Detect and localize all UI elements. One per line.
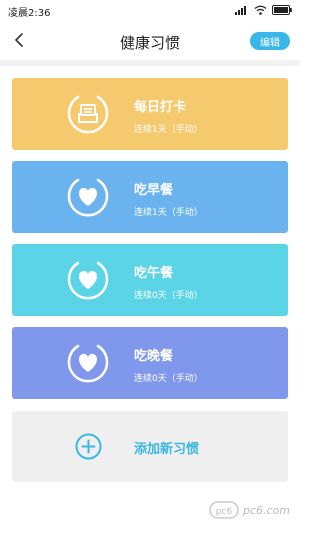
edit-button[interactable]: 编辑 [250, 32, 290, 50]
calendar-check-icon [67, 95, 109, 134]
heart-ring-icon [67, 178, 109, 217]
habit-card-dinner[interactable]: 吃晚餐 连续0天（手动） [12, 327, 288, 399]
section-divider [0, 60, 300, 66]
nav-bar: 健康习惯 编辑 [0, 22, 300, 60]
status-bar: 凌晨2:36 [0, 0, 300, 20]
wifi-icon [254, 5, 267, 15]
pc6-logo: pc6 [209, 501, 239, 519]
svg-text:pc6: pc6 [216, 507, 233, 517]
habit-title: 吃早餐 [134, 183, 174, 198]
status-time: 凌晨2:36 [8, 8, 51, 19]
status-icons [235, 4, 292, 16]
habit-title: 吃午餐 [134, 266, 174, 281]
habit-card-breakfast[interactable]: 吃早餐 连续1天（手动） [12, 161, 288, 233]
watermark: pc6 pc6.com [209, 499, 290, 521]
signal-icon [235, 6, 246, 15]
watermark-text: pc6.com [242, 503, 290, 517]
habit-streak: 连续1天（手动） [134, 125, 203, 135]
heart-ring-icon [67, 261, 109, 300]
habit-card-lunch[interactable]: 吃午餐 连续0天（手动） [12, 244, 288, 316]
battery-icon [272, 5, 292, 15]
habit-title: 每日打卡 [134, 100, 187, 115]
plus-circle-icon [75, 433, 102, 460]
habit-title: 吃晚餐 [134, 349, 174, 364]
habit-streak: 连续0天（手动） [134, 374, 203, 384]
add-habit-button[interactable]: 添加新习惯 [12, 411, 288, 482]
add-habit-label: 添加新习惯 [134, 442, 200, 457]
heart-ring-icon [67, 344, 109, 383]
habit-streak: 连续1天（手动） [134, 208, 203, 218]
habit-streak: 连续0天（手动） [134, 291, 203, 301]
habit-card-daily-checkin[interactable]: 每日打卡 连续1天（手动） [12, 78, 288, 150]
